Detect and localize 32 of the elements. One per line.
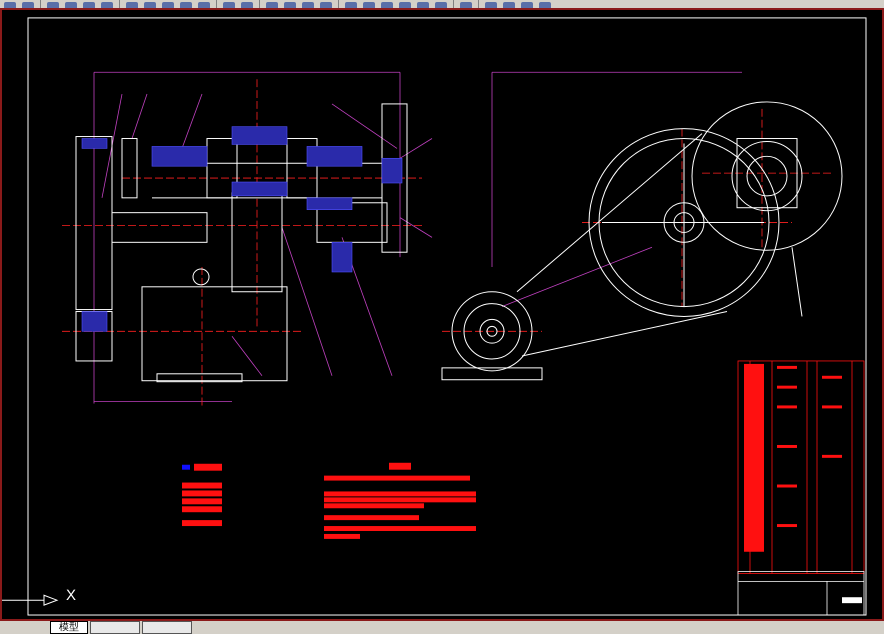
toolbar-icon[interactable]: [180, 2, 192, 8]
toolbar-icon[interactable]: [266, 2, 278, 8]
toolbar-icon[interactable]: [345, 2, 357, 8]
toolbar-icon[interactable]: [539, 2, 551, 8]
toolbar-icon[interactable]: [460, 2, 472, 8]
toolbar-icon[interactable]: [241, 2, 253, 8]
layout-tab[interactable]: [90, 621, 140, 634]
toolbar-icon[interactable]: [47, 2, 59, 8]
toolbar-icon[interactable]: [144, 2, 156, 8]
toolbar-icon[interactable]: [320, 2, 332, 8]
toolbar-icon[interactable]: [65, 2, 77, 8]
toolbar-icon[interactable]: [162, 2, 174, 8]
toolbar-icon[interactable]: [435, 2, 447, 8]
toolbar-icon[interactable]: [363, 2, 375, 8]
toolbar-icon[interactable]: [284, 2, 296, 8]
toolbar-icon[interactable]: [198, 2, 210, 8]
toolbar-icon[interactable]: [4, 2, 16, 8]
toolbar-icon[interactable]: [83, 2, 95, 8]
toolbar-icon[interactable]: [399, 2, 411, 8]
toolbar-icon[interactable]: [223, 2, 235, 8]
toolbar-icon[interactable]: [485, 2, 497, 8]
layout-tab[interactable]: [142, 621, 192, 634]
toolbar-icon[interactable]: [503, 2, 515, 8]
toolbar-icon[interactable]: [22, 2, 34, 8]
toolbar-icon[interactable]: [381, 2, 393, 8]
toolbar-icon[interactable]: [101, 2, 113, 8]
toolbar-icon[interactable]: [126, 2, 138, 8]
toolbar-icon[interactable]: [521, 2, 533, 8]
toolbar-icon[interactable]: [417, 2, 429, 8]
toolbar-icon[interactable]: [302, 2, 314, 8]
axis-label: X: [66, 588, 76, 603]
layout-tab[interactable]: 模型: [50, 621, 88, 634]
